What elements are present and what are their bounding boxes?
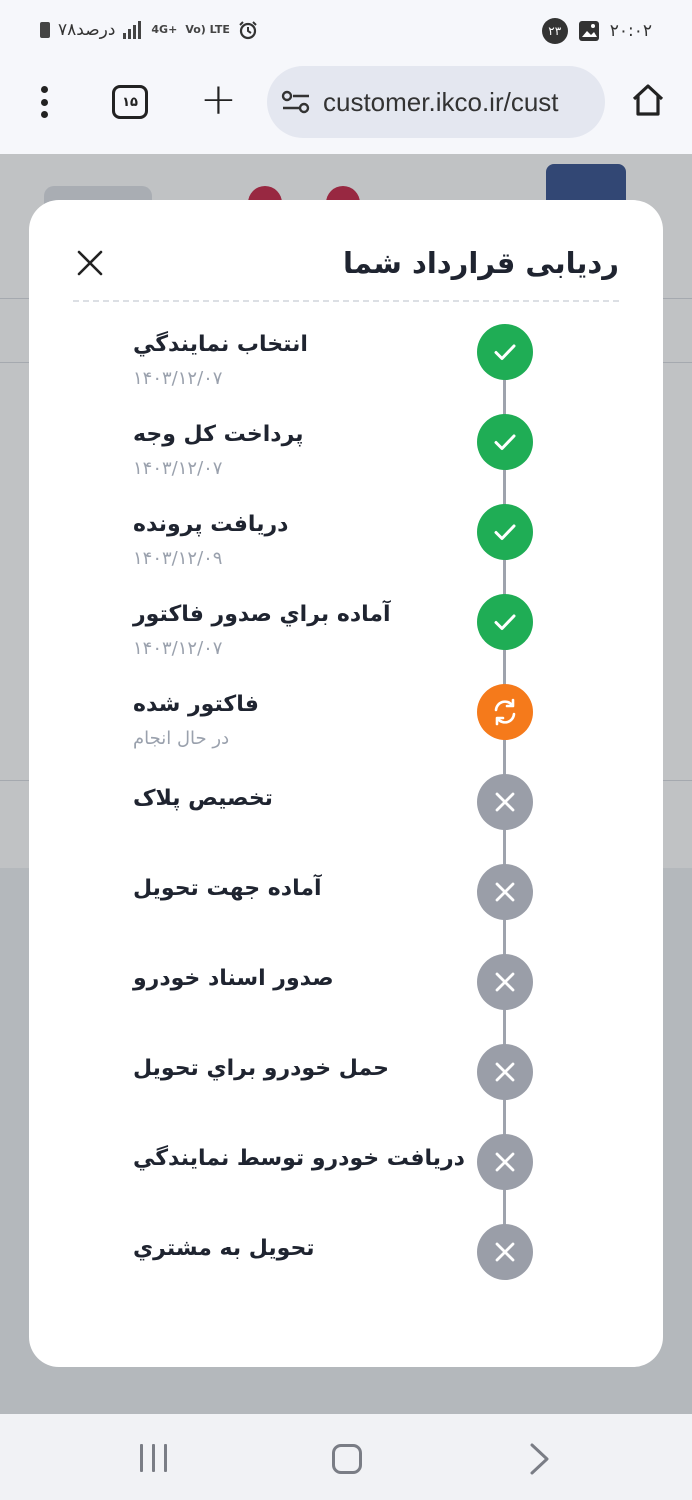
step-subtitle: ۱۴۰۳/۱۲/۰۷ xyxy=(133,368,223,389)
back-icon[interactable] xyxy=(528,1442,552,1480)
alarm-icon xyxy=(239,21,257,40)
check-icon xyxy=(477,324,533,380)
home-icon[interactable] xyxy=(630,82,666,122)
timeline-step: آماده براي صدور فاکتور ۱۴۰۳/۱۲/۰۷ xyxy=(29,590,663,680)
step-subtitle: ۱۴۰۳/۱۲/۰۹ xyxy=(133,548,223,569)
url-text: customer.ikco.ir/cust xyxy=(323,86,559,117)
clock: ۲۰:۰۲ xyxy=(609,21,652,41)
timeline-step: صدور اسناد خودرو xyxy=(29,950,663,1040)
step-title: انتخاب نمايندگي xyxy=(133,332,308,357)
step-title: آماده جهت تحویل xyxy=(133,876,322,901)
status-left: ۷۸درصد 4G+ Vo) LTE xyxy=(40,20,258,40)
step-title: فاکتور شده xyxy=(133,692,259,717)
check-icon xyxy=(477,414,533,470)
home-button-icon[interactable] xyxy=(332,1444,362,1474)
step-title: تحویل به مشتري xyxy=(133,1236,315,1261)
step-title: تخصیص پلاک xyxy=(133,786,273,811)
step-subtitle: ۱۴۰۳/۱۲/۰۷ xyxy=(133,458,223,479)
modal-title: ردیابی قرارداد شما xyxy=(343,246,619,280)
gallery-icon xyxy=(578,21,599,41)
address-bar[interactable]: customer.ikco.ir/cust xyxy=(267,66,605,138)
signal-icon xyxy=(123,21,142,39)
close-status-icon xyxy=(477,1224,533,1280)
timeline-step: تحویل به مشتري xyxy=(29,1220,663,1310)
timeline-step: انتخاب نمايندگي ۱۴۰۳/۱۲/۰۷ xyxy=(29,320,663,410)
check-icon xyxy=(477,504,533,560)
title-divider xyxy=(73,300,619,302)
volte-indicator: Vo) LTE xyxy=(185,23,230,36)
contract-tracking-modal: ردیابی قرارداد شما انتخاب نمايندگي ۱۴۰۳/۱… xyxy=(29,200,663,1367)
close-status-icon xyxy=(477,1044,533,1100)
timeline-step: فاکتور شده در حال انجام xyxy=(29,680,663,770)
step-title: دریافت خودرو توسط نمايندگي xyxy=(133,1146,465,1171)
close-status-icon xyxy=(477,774,533,830)
step-subtitle: ۱۴۰۳/۱۲/۰۷ xyxy=(133,638,223,659)
check-icon xyxy=(477,594,533,650)
status-bar: ۷۸درصد 4G+ Vo) LTE ۲۳ ۲۰:۰۲ xyxy=(0,0,692,66)
battery-text: ۷۸درصد xyxy=(58,20,116,40)
step-subtitle: در حال انجام xyxy=(133,728,230,749)
timeline-step: آماده جهت تحویل xyxy=(29,860,663,950)
site-settings-icon[interactable] xyxy=(281,89,311,115)
status-right: ۲۳ ۲۰:۰۲ xyxy=(541,18,652,44)
tab-switcher-button[interactable]: ۱۵ xyxy=(112,85,148,119)
new-tab-icon[interactable]: + xyxy=(200,78,237,122)
sync-icon xyxy=(477,684,533,740)
close-icon[interactable] xyxy=(73,246,107,280)
step-title: حمل خودرو براي تحویل xyxy=(133,1056,389,1081)
timeline-step: حمل خودرو براي تحویل xyxy=(29,1040,663,1130)
more-options-icon[interactable] xyxy=(28,82,60,122)
browser-toolbar: ۱۵ + customer.ikco.ir/cust xyxy=(0,66,692,154)
close-status-icon xyxy=(477,1134,533,1190)
timeline-step: پرداخت کل وجه ۱۴۰۳/۱۲/۰۷ xyxy=(29,410,663,500)
step-title: صدور اسناد خودرو xyxy=(133,966,334,991)
recent-apps-icon[interactable] xyxy=(140,1444,167,1472)
notification-badge: ۲۳ xyxy=(541,18,568,44)
timeline-step: تخصیص پلاک xyxy=(29,770,663,860)
system-nav-bar xyxy=(0,1414,692,1500)
timeline-step: دریافت پرونده ۱۴۰۳/۱۲/۰۹ xyxy=(29,500,663,590)
step-title: آماده براي صدور فاکتور xyxy=(133,602,391,627)
network-type: 4G+ xyxy=(151,23,178,36)
close-status-icon xyxy=(477,954,533,1010)
timeline-step: دریافت خودرو توسط نمايندگي xyxy=(29,1130,663,1220)
battery-icon xyxy=(40,22,50,38)
step-title: پرداخت کل وجه xyxy=(133,422,304,447)
step-title: دریافت پرونده xyxy=(133,512,289,537)
close-status-icon xyxy=(477,864,533,920)
